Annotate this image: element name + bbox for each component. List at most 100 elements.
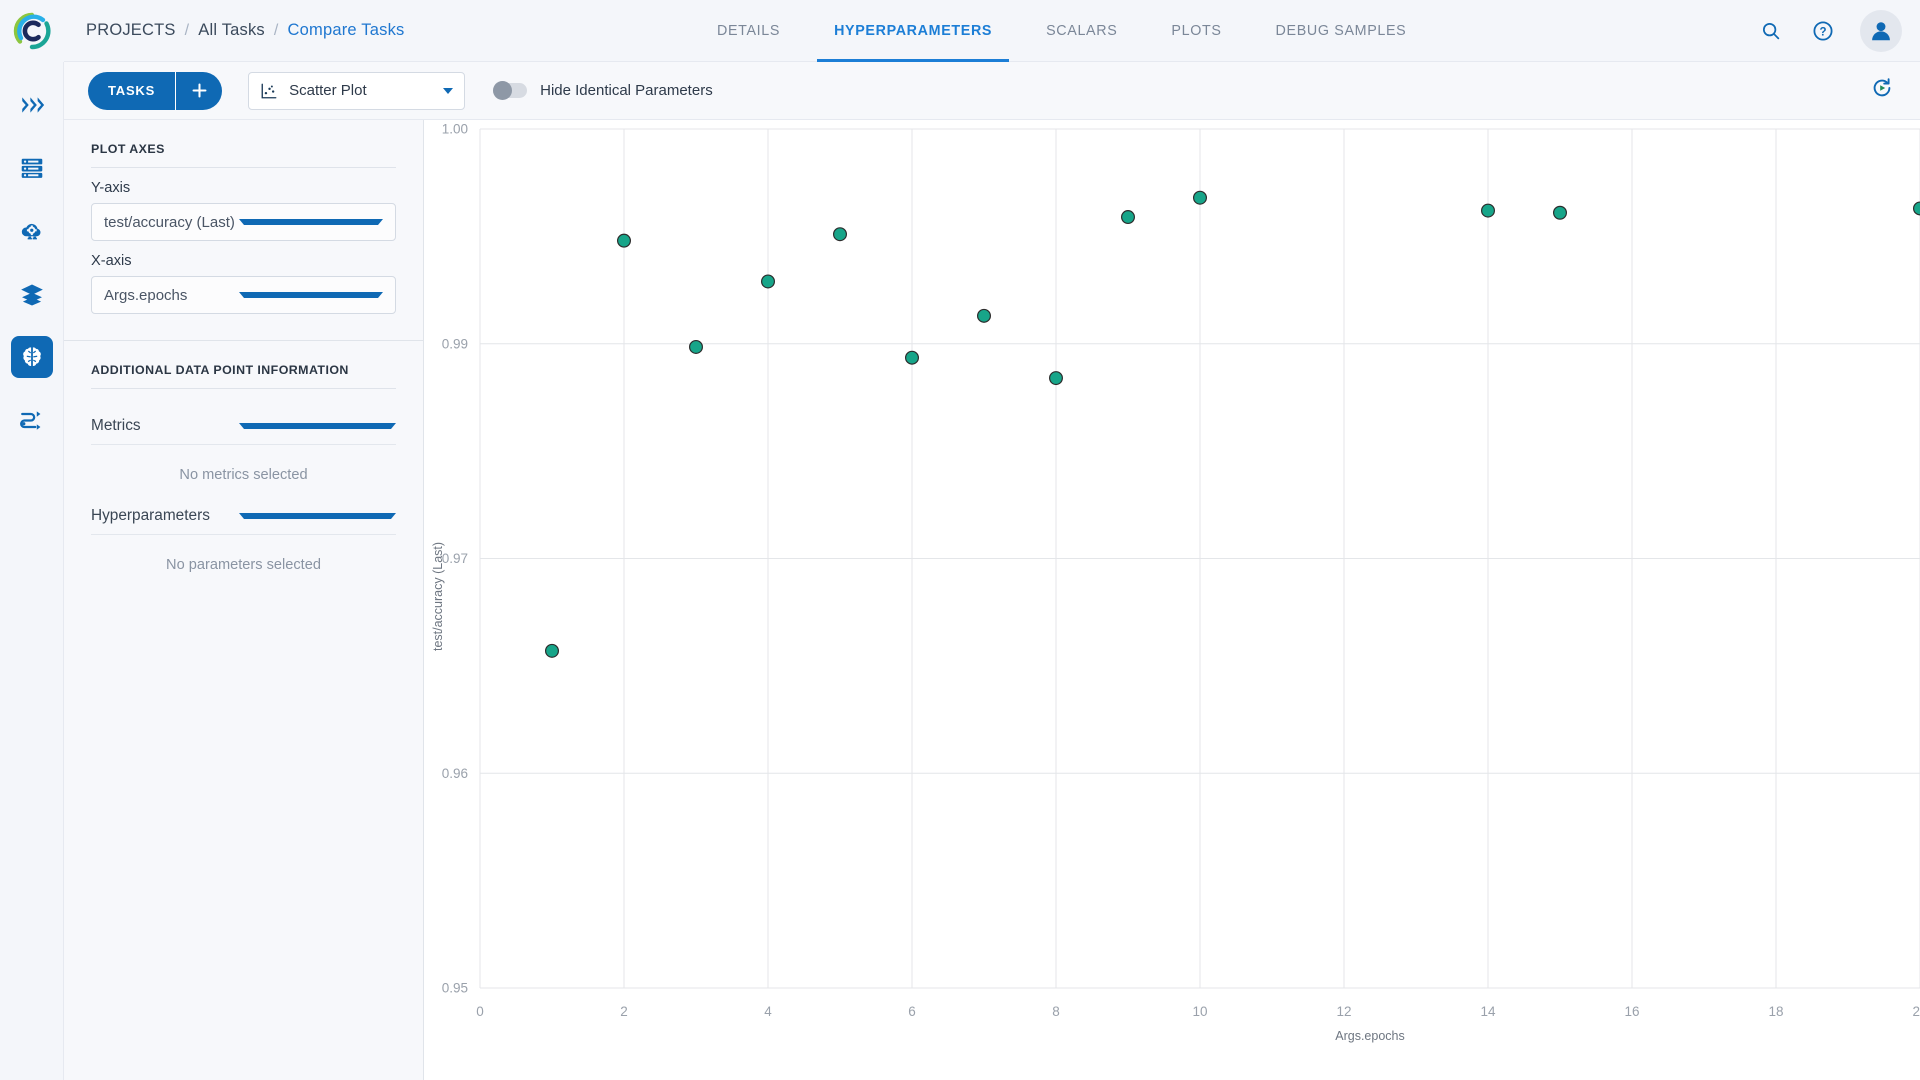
breadcrumb-separator: / xyxy=(274,22,279,40)
data-point[interactable] xyxy=(546,644,559,657)
breadcrumb-item-projects[interactable]: PROJECTS xyxy=(86,21,176,40)
help-button[interactable]: ? xyxy=(1808,16,1838,46)
tab-details[interactable]: DETAILS xyxy=(690,0,807,62)
header-actions: ? xyxy=(1756,0,1902,62)
plot-toolbar: TASKS Scatter Plot Hide Identical Param xyxy=(64,62,1920,120)
hyperparameters-empty-message: No parameters selected xyxy=(91,535,396,581)
reports-flow-icon xyxy=(19,407,45,433)
help-circle-icon: ? xyxy=(1811,19,1835,43)
chevron-down-icon xyxy=(239,423,397,429)
breadcrumb-separator: / xyxy=(185,22,190,40)
x-tick-label: 2 xyxy=(620,1004,628,1019)
avatar[interactable] xyxy=(1860,10,1902,52)
sidebar-item-dataviews[interactable] xyxy=(11,147,53,189)
chevron-down-icon xyxy=(443,88,453,94)
data-point[interactable] xyxy=(834,228,847,241)
search-icon xyxy=(1760,20,1782,42)
x-axis-value: Args.epochs xyxy=(104,287,239,304)
x-tick-label: 10 xyxy=(1192,1004,1207,1019)
plot-type-value: Scatter Plot xyxy=(289,82,432,99)
toggle-switch[interactable] xyxy=(493,83,527,98)
data-point[interactable] xyxy=(1554,206,1567,219)
y-tick-label: 0.96 xyxy=(442,766,468,781)
scatter-plot-panel: 02468101214161820 1.000.990.970.960.95 A… xyxy=(424,120,1920,1080)
data-point[interactable] xyxy=(1122,211,1135,224)
chevron-down-icon xyxy=(239,513,397,519)
auto-refresh-button[interactable] xyxy=(1870,76,1894,105)
plot-axes-title: PLOT AXES xyxy=(91,120,396,167)
plot-type-select[interactable]: Scatter Plot xyxy=(248,72,465,110)
data-point[interactable] xyxy=(690,341,703,354)
x-tick-label: 12 xyxy=(1336,1004,1351,1019)
sidebar-item-reports[interactable] xyxy=(11,399,53,441)
data-point[interactable] xyxy=(1194,191,1207,204)
x-tick-label: 0 xyxy=(476,1004,484,1019)
pipelines-icon xyxy=(19,92,45,118)
y-tick-label: 0.95 xyxy=(442,981,468,996)
tab-debug-samples[interactable]: DEBUG SAMPLES xyxy=(1249,0,1434,62)
y-axis-select[interactable]: test/accuracy (Last) xyxy=(91,203,396,241)
x-axis-label: X-axis xyxy=(91,253,396,269)
additional-data-point-information-section: ADDITIONAL DATA POINT INFORMATION Metric… xyxy=(64,341,423,581)
metrics-label: Metrics xyxy=(91,417,239,435)
tasks-button[interactable]: TASKS xyxy=(88,72,176,110)
auto-refresh-icon xyxy=(1870,76,1894,100)
sidebar-item-workers[interactable] xyxy=(11,210,53,252)
hyperparameters-label: Hyperparameters xyxy=(91,507,239,525)
data-point[interactable] xyxy=(978,309,991,322)
x-axis-title: Args.epochs xyxy=(1335,1029,1404,1043)
workers-cloud-icon xyxy=(19,218,45,244)
scatter-plot-icon xyxy=(260,82,278,100)
plot-settings-panel: PLOT AXES Y-axis test/accuracy (Last) X-… xyxy=(64,120,424,1080)
divider xyxy=(91,388,396,389)
x-tick-label: 20 xyxy=(1912,1004,1920,1019)
sidebar-item-datasets[interactable] xyxy=(11,273,53,315)
svg-text:?: ? xyxy=(1819,26,1826,38)
data-point[interactable] xyxy=(762,275,775,288)
y-tick-label: 1.00 xyxy=(442,122,468,137)
search-button[interactable] xyxy=(1756,16,1786,46)
hide-identical-parameters-label: Hide Identical Parameters xyxy=(540,82,713,99)
data-point[interactable] xyxy=(906,351,919,364)
x-axis-select[interactable]: Args.epochs xyxy=(91,276,396,314)
grid-lines xyxy=(480,129,1920,988)
tab-plots[interactable]: PLOTS xyxy=(1144,0,1248,62)
x-axis-ticks: 0 2 4 6 8 10 12 14 16 18 20 xyxy=(476,1004,1920,1019)
add-task-button[interactable] xyxy=(176,72,222,110)
y-tick-label: 0.97 xyxy=(442,551,468,566)
x-tick-label: 8 xyxy=(1052,1004,1060,1019)
x-tick-label: 16 xyxy=(1624,1004,1639,1019)
y-axis-label: Y-axis xyxy=(91,180,396,196)
breadcrumb-item-all-tasks[interactable]: All Tasks xyxy=(198,21,265,40)
y-axis-title: test/accuracy (Last) xyxy=(431,542,445,651)
breadcrumb: PROJECTS / All Tasks / Compare Tasks xyxy=(86,21,404,40)
user-avatar-icon xyxy=(1868,18,1894,44)
sidebar-item-models[interactable] xyxy=(11,336,53,378)
tab-scalars[interactable]: SCALARS xyxy=(1019,0,1144,62)
hide-identical-parameters-toggle[interactable]: Hide Identical Parameters xyxy=(493,82,713,99)
breadcrumb-item-compare-tasks[interactable]: Compare Tasks xyxy=(288,21,405,40)
data-point[interactable] xyxy=(618,234,631,247)
chevron-down-icon xyxy=(239,292,384,298)
main-tabs: DETAILS HYPERPARAMETERS SCALARS PLOTS DE… xyxy=(690,0,1433,62)
x-tick-label: 18 xyxy=(1768,1004,1783,1019)
app-logo[interactable] xyxy=(0,0,64,62)
data-point[interactable] xyxy=(1050,372,1063,385)
sidebar-item-pipelines[interactable] xyxy=(11,84,53,126)
metrics-collapse-header[interactable]: Metrics xyxy=(91,401,396,444)
clearml-compare-tasks-page: PROJECTS / All Tasks / Compare Tasks DET… xyxy=(0,0,1920,1080)
dataviews-icon xyxy=(19,155,45,181)
tab-hyperparameters[interactable]: HYPERPARAMETERS xyxy=(807,0,1019,62)
x-tick-label: 4 xyxy=(764,1004,772,1019)
top-header-bar: PROJECTS / All Tasks / Compare Tasks DET… xyxy=(0,0,1920,62)
data-point[interactable] xyxy=(1914,202,1920,215)
data-points[interactable] xyxy=(546,191,1920,657)
data-point[interactable] xyxy=(1482,204,1495,217)
y-axis-value: test/accuracy (Last) xyxy=(104,214,239,231)
x-tick-label: 6 xyxy=(908,1004,916,1019)
x-tick-label: 14 xyxy=(1480,1004,1496,1019)
metrics-empty-message: No metrics selected xyxy=(91,445,396,491)
scatter-plot-chart[interactable]: 02468101214161820 1.000.990.970.960.95 A… xyxy=(424,120,1920,1080)
hyperparameters-collapse-header[interactable]: Hyperparameters xyxy=(91,491,396,534)
plus-icon xyxy=(191,82,208,99)
